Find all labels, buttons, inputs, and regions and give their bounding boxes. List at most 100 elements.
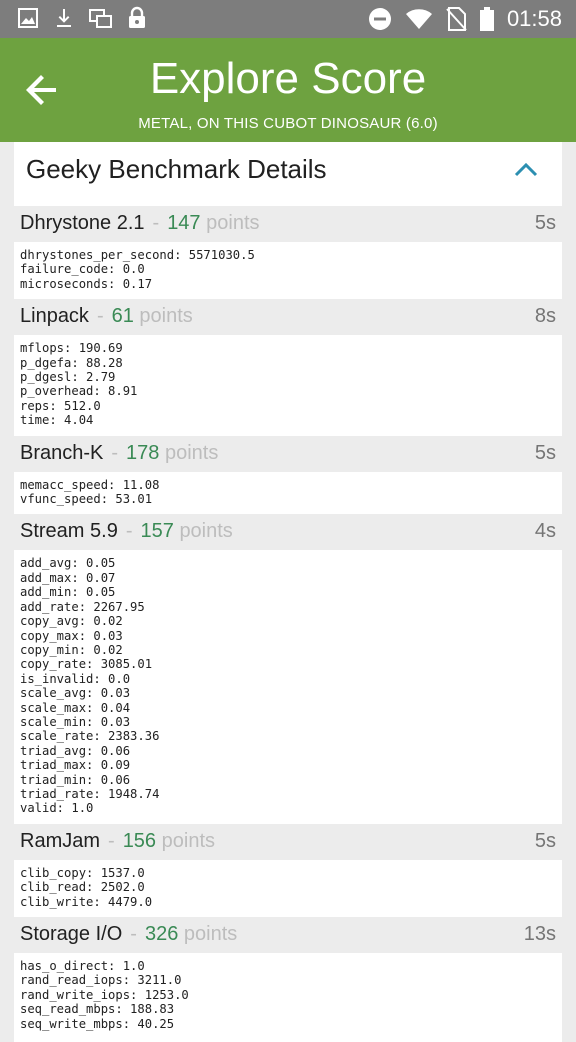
metric-line: add_avg: 0.05 — [20, 556, 116, 571]
metric-line: triad_max: 0.09 — [20, 758, 131, 773]
metric-line: add_rate: 2267.95 — [20, 599, 145, 614]
test-score: 61 — [111, 305, 134, 328]
test-header: RamJam -156 points 5s — [14, 823, 562, 860]
clock: 01:58 — [506, 6, 562, 31]
test-metrics: dhrystones_per_second: 5571030.5 failure_… — [14, 242, 562, 299]
separator: - — [111, 441, 119, 464]
points-label: points — [206, 212, 260, 234]
metric-line: rand_read_iops: 3211.0 — [20, 973, 182, 988]
multi-window-icon — [89, 9, 112, 28]
test-header: Linpack -61 points 8s — [14, 299, 562, 336]
metric-line: scale_avg: 0.03 — [20, 686, 131, 701]
metric-line: time: 4.04 — [20, 413, 94, 428]
test-score: 326 — [144, 923, 179, 945]
points-label: points — [161, 829, 215, 852]
points-label: points — [139, 305, 193, 328]
do-not-disturb-icon — [368, 8, 391, 30]
metric-line: failure_code: 0.0 — [20, 262, 145, 277]
card-title: Geeky Benchmark Details — [26, 154, 327, 184]
image-icon — [18, 8, 38, 28]
test-name: RamJam — [20, 829, 101, 852]
test-title: Linpack -61 points — [20, 305, 193, 328]
metric-line: triad_rate: 1948.74 — [20, 786, 160, 801]
test-duration: 4s — [534, 520, 556, 543]
test-duration: 13s — [523, 923, 556, 945]
test-title: Stream 5.9-157 points — [20, 520, 233, 543]
metric-line: add_min: 0.05 — [20, 585, 116, 600]
metric-line: copy_rate: 3085.01 — [20, 657, 153, 672]
app-bar: Explore Score METAL, ON THIS CUBOT DINOS… — [0, 38, 576, 142]
test-title: Storage I/O -326 points — [20, 923, 237, 946]
test-title: Branch-K -178 points — [20, 442, 218, 465]
test-name: Branch-K — [20, 441, 104, 464]
metric-line: reps: 512.0 — [20, 398, 101, 413]
metric-line: scale_min: 0.03 — [20, 714, 131, 729]
status-bar: 01:58 — [0, 0, 576, 38]
metric-line: clib_write: 4479.0 — [20, 894, 153, 909]
test-header: Storage I/O -326 points 13s — [14, 917, 562, 953]
metric-line: is_invalid: 0.0 — [20, 671, 131, 686]
test-duration: 8s — [534, 305, 556, 328]
metric-line: mflops: 190.69 — [20, 341, 123, 356]
metric-line: valid: 1.0 — [20, 801, 94, 816]
test-duration: 5s — [534, 212, 556, 234]
metric-line: p_dgesl: 2.79 — [20, 370, 116, 385]
benchmark-details-card: Geeky Benchmark Details Dhrystone 2.1-14… — [14, 142, 562, 1042]
metric-line: vfunc_speed: 53.01 — [20, 492, 153, 507]
test-metrics: mflops: 190.69 p_dgefa: 88.28 p_dgesl: 2.7… — [14, 335, 562, 435]
metric-line: dhrystones_per_second: 5571030.5 — [20, 248, 255, 262]
separator: - — [125, 520, 133, 543]
metric-line: clib_copy: 1537.0 — [20, 865, 145, 880]
test-score: 147 — [167, 212, 201, 234]
lock-icon — [129, 6, 145, 28]
metric-line: p_overhead: 8.91 — [20, 384, 138, 399]
metric-line: copy_min: 0.02 — [20, 642, 123, 657]
test-metrics: has_o_direct: 1.0 rand_read_iops: 3211.0 r… — [14, 953, 562, 1039]
separator: - — [130, 923, 137, 945]
wifi-icon — [405, 9, 432, 29]
separator: - — [96, 305, 104, 328]
separator: - — [152, 212, 160, 234]
test-title: RamJam -156 points — [20, 830, 215, 853]
test-metrics: add_avg: 0.05 add_max: 0.07 add_min: 0.05 a… — [14, 550, 562, 823]
points-label: points — [179, 520, 233, 543]
download-icon — [57, 9, 71, 27]
chevron-up-icon[interactable] — [512, 156, 540, 184]
battery-icon — [479, 7, 494, 31]
metric-line: clib_read: 2502.0 — [20, 880, 145, 895]
test-title: Dhrystone 2.1-147 points — [20, 212, 260, 235]
points-label: points — [164, 441, 219, 464]
no-sim-icon — [446, 7, 467, 31]
metric-line: rand_write_iops: 1253.0 — [20, 987, 189, 1002]
test-duration: 5s — [534, 441, 556, 464]
test-score: 178 — [126, 441, 160, 464]
test-name: Linpack — [20, 305, 89, 328]
test-header: Dhrystone 2.1-147 points 5s — [14, 206, 562, 242]
test-name: Dhrystone 2.1 — [20, 212, 145, 234]
metric-line: triad_avg: 0.06 — [20, 743, 131, 758]
test-metrics: clib_copy: 1537.0 clib_read: 2502.0 clib_w… — [14, 860, 562, 917]
separator: - — [108, 829, 115, 852]
test-name: Stream 5.9 — [20, 520, 118, 543]
test-score: 157 — [140, 520, 174, 543]
test-duration: 5s — [534, 829, 556, 852]
test-header: Branch-K -178 points 5s — [14, 435, 562, 472]
test-list: Dhrystone 2.1-147 points 5s dhrystones_per… — [14, 206, 562, 1039]
metric-line: copy_max: 0.03 — [20, 628, 123, 643]
metric-line: p_dgefa: 88.28 — [20, 355, 123, 370]
metric-line: scale_max: 0.04 — [20, 700, 131, 715]
page-subtitle: METAL, ON THIS CUBOT DINOSAUR (6.0) — [138, 115, 438, 132]
metric-line: has_o_direct: 1.0 — [20, 959, 145, 973]
metric-line: microseconds: 0.17 — [20, 276, 153, 291]
metric-line: memacc_speed: 11.08 — [20, 477, 160, 492]
metric-line: add_max: 0.07 — [20, 570, 116, 585]
test-header: Stream 5.9-157 points 4s — [14, 514, 562, 551]
metric-line: copy_avg: 0.02 — [20, 614, 123, 629]
metric-line: scale_rate: 2383.36 — [20, 729, 160, 744]
card-header[interactable]: Geeky Benchmark Details — [14, 142, 562, 206]
test-score: 156 — [122, 829, 157, 852]
page-title: Explore Score — [149, 54, 427, 103]
metric-line: seq_read_mbps: 188.83 — [20, 1002, 175, 1017]
points-label: points — [183, 923, 238, 945]
metric-line: triad_min: 0.06 — [20, 772, 131, 787]
